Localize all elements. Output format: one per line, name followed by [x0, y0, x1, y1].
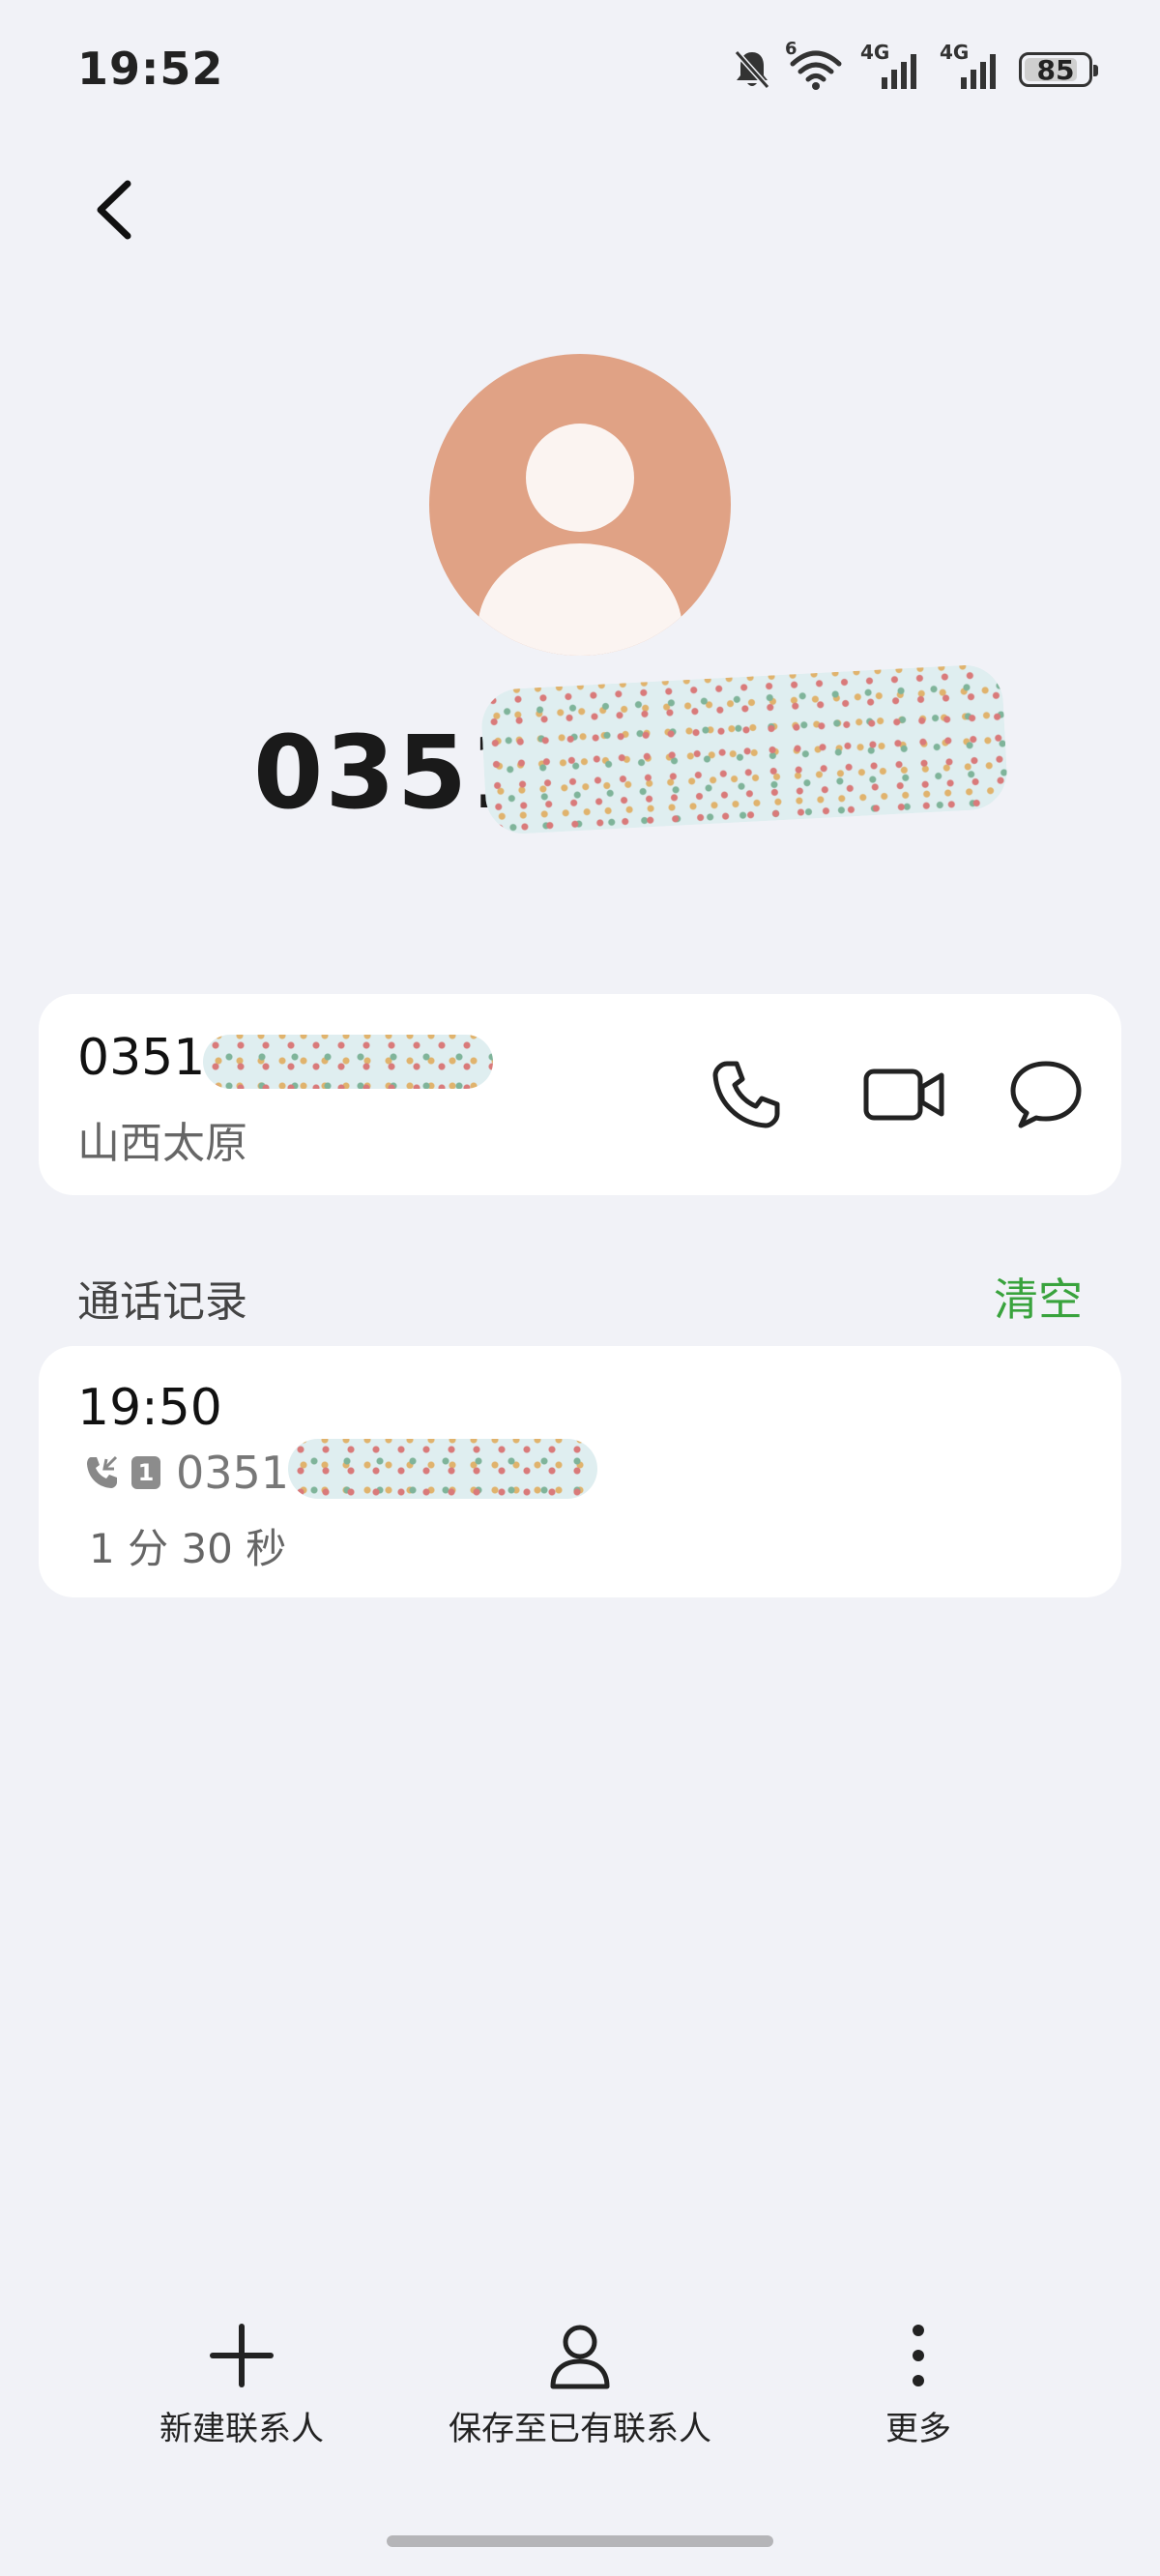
status-time: 19:52 [77, 43, 224, 95]
video-call-button[interactable] [856, 1054, 953, 1135]
back-button[interactable] [75, 166, 153, 253]
avatar-body [478, 543, 682, 656]
call-log-entry[interactable]: 19:50 1 0351 1 分 30 秒 [39, 1346, 1121, 1597]
call-button[interactable] [706, 1054, 787, 1135]
redacted-number-mask [203, 1035, 493, 1089]
avatar-head [526, 424, 634, 532]
signal-icon: 4G [940, 41, 1001, 91]
new-contact-button[interactable]: 新建联系人 [160, 2321, 324, 2449]
chevron-left-icon [97, 180, 131, 240]
bottom-toolbar: 新建联系人 保存至已有联系人 更多 [0, 2321, 1160, 2495]
more-button[interactable]: 更多 [870, 2321, 967, 2449]
person-avatar-icon [429, 354, 731, 656]
network-type-1: 4G [860, 41, 890, 64]
redacted-number-mask [288, 1439, 597, 1499]
message-icon [1010, 1061, 1082, 1128]
mute-bell-icon [733, 48, 771, 91]
call-number: 0351 [176, 1447, 290, 1499]
number-card[interactable]: 0351 山西太原 [39, 994, 1121, 1195]
home-indicator[interactable] [387, 2535, 773, 2547]
clear-call-log-button[interactable]: 清空 [994, 1265, 1083, 1329]
wifi-icon: 6 [785, 39, 843, 91]
save-existing-contact-label: 保存至已有联系人 [449, 2410, 711, 2448]
message-button[interactable] [1005, 1054, 1087, 1135]
redacted-number-mask [479, 662, 1009, 836]
battery-level: 85 [1036, 53, 1075, 86]
phone-location: 山西太原 [77, 1119, 247, 1168]
call-duration: 1 分 30 秒 [89, 1525, 287, 1572]
more-label: 更多 [885, 2410, 951, 2448]
status-icons: 6 4G 4G 85 [733, 39, 1098, 95]
video-call-icon [863, 1068, 944, 1121]
network-type-2: 4G [940, 41, 970, 64]
phone-number: 0351 [77, 1029, 206, 1087]
call-time: 19:50 [77, 1379, 222, 1437]
battery-icon: 85 [1019, 52, 1098, 87]
person-icon [550, 2325, 610, 2389]
status-bar: 19:52 6 4G 4G 85 [0, 0, 1160, 135]
wifi-badge: 6 [785, 39, 798, 59]
sim-badge: 1 [131, 1456, 160, 1489]
phone-icon [712, 1061, 780, 1128]
save-existing-contact-button[interactable]: 保存至已有联系人 [445, 2321, 715, 2449]
call-detail-line: 1 0351 [83, 1447, 289, 1499]
new-contact-label: 新建联系人 [160, 2410, 324, 2448]
incoming-call-icon [87, 1455, 118, 1488]
plus-icon [210, 2324, 274, 2387]
more-vertical-icon [913, 2325, 924, 2386]
signal-icon: 4G [860, 41, 922, 91]
call-log-title: 通话记录 [77, 1277, 247, 1327]
